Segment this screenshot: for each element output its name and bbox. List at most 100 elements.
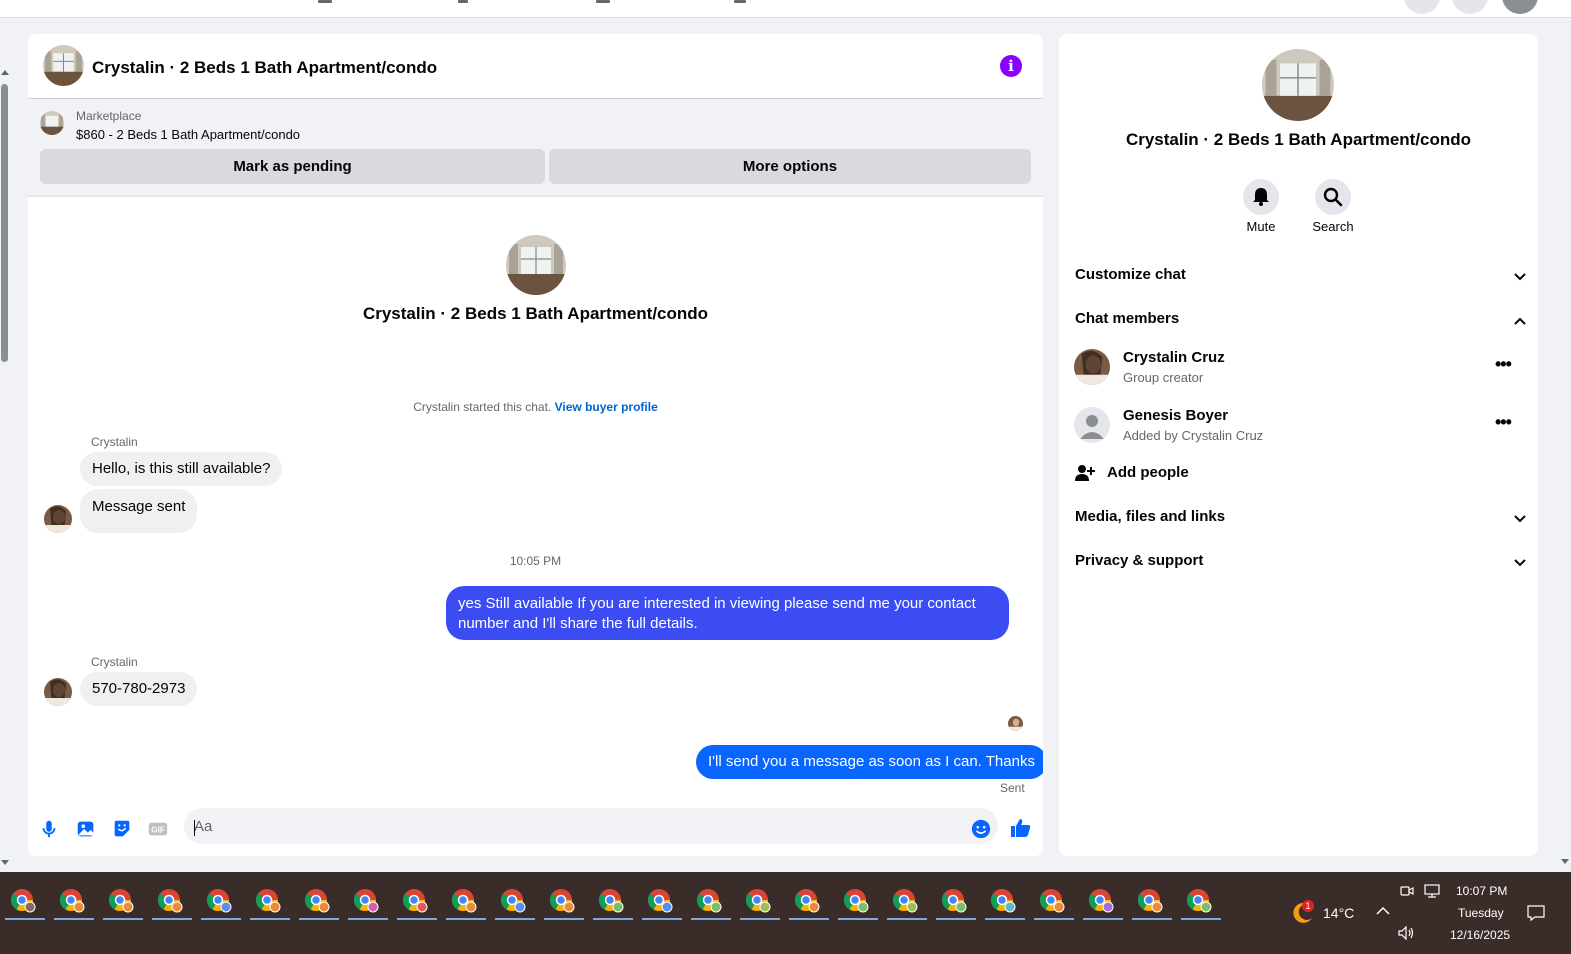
taskbar-browser-icon[interactable] bbox=[933, 880, 979, 920]
taskbar-browser-icon[interactable] bbox=[247, 880, 293, 920]
listing-source-label: Marketplace bbox=[76, 109, 142, 123]
taskbar-browser-icon[interactable] bbox=[296, 880, 342, 920]
member-name[interactable]: Crystalin Cruz bbox=[1123, 349, 1225, 366]
taskbar-browser-icon[interactable] bbox=[1129, 880, 1175, 920]
message-sender: Crystalin bbox=[91, 655, 138, 669]
taskbar-browser-icon[interactable] bbox=[100, 880, 146, 920]
taskbar-browser-icon[interactable] bbox=[394, 880, 440, 920]
chat-title[interactable]: Crystalin · 2 Beds 1 Bath Apartment/cond… bbox=[92, 58, 437, 78]
search-button[interactable] bbox=[1315, 179, 1351, 215]
chat-started-notice: Crystalin started this chat. View buyer … bbox=[28, 400, 1043, 414]
nav-tab-video[interactable] bbox=[458, 0, 468, 3]
conversation-avatar[interactable] bbox=[506, 235, 566, 295]
chevron-up-icon bbox=[1514, 317, 1526, 325]
taskbar-browser-icon[interactable] bbox=[443, 880, 489, 920]
taskbar-browser-icon[interactable] bbox=[198, 880, 244, 920]
message-timestamp: 10:05 PM bbox=[509, 554, 562, 568]
taskbar-browser-icon[interactable] bbox=[590, 880, 636, 920]
more-options-button[interactable]: More options bbox=[549, 149, 1031, 184]
scroll-down-arrow[interactable] bbox=[1, 860, 9, 865]
member-role: Added by Crystalin Cruz bbox=[1123, 428, 1264, 443]
menu-button[interactable] bbox=[1404, 0, 1440, 14]
nav-tab-groups[interactable] bbox=[734, 0, 746, 3]
taskbar-browser-icon[interactable] bbox=[492, 880, 538, 920]
scroll-up-arrow[interactable] bbox=[1, 70, 9, 75]
chat-members-label: Chat members bbox=[1075, 310, 1180, 327]
taskbar-browser-icon[interactable] bbox=[149, 880, 195, 920]
member-options-button[interactable]: ••• bbox=[1495, 412, 1512, 433]
mute-button[interactable] bbox=[1243, 179, 1279, 215]
privacy-support-section[interactable]: Privacy & support bbox=[1075, 552, 1527, 576]
taskbar-browser-icon[interactable] bbox=[1031, 880, 1077, 920]
volume-icon[interactable] bbox=[1398, 926, 1416, 940]
incoming-message[interactable]: Hello, is this still available? bbox=[80, 452, 283, 486]
account-avatar[interactable] bbox=[1502, 0, 1538, 14]
incoming-message[interactable]: 570-780-2973 bbox=[80, 672, 198, 706]
taskbar-browser-icon[interactable] bbox=[737, 880, 783, 920]
meet-now-icon[interactable] bbox=[1400, 884, 1414, 898]
media-files-label: Media, files and links bbox=[1075, 508, 1226, 525]
weather-temperature[interactable]: 14°C bbox=[1323, 905, 1354, 921]
member-options-button[interactable]: ••• bbox=[1495, 354, 1512, 375]
windows-taskbar: 1 14°C 10:07 PM Tuesday 12/16/2025 bbox=[0, 872, 1571, 954]
taskbar-browser-icon[interactable] bbox=[345, 880, 391, 920]
taskbar-browser-icon[interactable] bbox=[51, 880, 97, 920]
taskbar-browser-icon[interactable] bbox=[982, 880, 1028, 920]
info-icon[interactable]: i bbox=[1000, 55, 1022, 77]
bell-icon bbox=[1253, 188, 1269, 206]
nav-tab-marketplace[interactable] bbox=[596, 0, 610, 3]
taskbar-browser-icon[interactable] bbox=[639, 880, 685, 920]
scroll-down-arrow[interactable] bbox=[1561, 859, 1569, 864]
show-hidden-icons-chevron-up-icon[interactable] bbox=[1376, 906, 1390, 916]
incoming-message[interactable]: Message sent bbox=[80, 489, 198, 533]
search-label[interactable]: Search bbox=[1298, 219, 1368, 234]
taskbar-browser-icon[interactable] bbox=[688, 880, 734, 920]
add-people-button[interactable]: Add people bbox=[1075, 462, 1375, 486]
sender-avatar[interactable] bbox=[44, 678, 72, 706]
media-files-section[interactable]: Media, files and links bbox=[1075, 508, 1527, 532]
message-input[interactable] bbox=[184, 808, 998, 844]
microphone-icon[interactable] bbox=[38, 818, 60, 840]
view-buyer-profile-link[interactable]: View buyer profile bbox=[555, 400, 658, 414]
taskbar-browser-icon[interactable] bbox=[835, 880, 881, 920]
clock-date[interactable]: 12/16/2025 bbox=[1450, 928, 1510, 942]
scrollbar-thumb[interactable] bbox=[1, 84, 8, 362]
notification-center-icon[interactable] bbox=[1527, 904, 1545, 922]
member-name[interactable]: Genesis Boyer bbox=[1123, 407, 1228, 424]
emoji-icon[interactable] bbox=[970, 818, 992, 840]
notifications-button[interactable] bbox=[1452, 0, 1488, 14]
network-icon[interactable] bbox=[1424, 884, 1440, 898]
message-sender: Crystalin bbox=[91, 435, 138, 449]
taskbar-browser-icon[interactable] bbox=[1080, 880, 1126, 920]
nav-tab-home[interactable] bbox=[318, 0, 332, 3]
customize-chat-section[interactable]: Customize chat bbox=[1075, 266, 1527, 290]
listing-thumbnail[interactable] bbox=[40, 111, 64, 135]
clock-time[interactable]: 10:07 PM bbox=[1456, 884, 1507, 898]
taskbar-browser-icon[interactable] bbox=[541, 880, 587, 920]
listing-price-title[interactable]: $860 - 2 Beds 1 Bath Apartment/condo bbox=[76, 127, 300, 142]
chat-details-panel: Crystalin · 2 Beds 1 Bath Apartment/cond… bbox=[1059, 34, 1538, 856]
clock-day[interactable]: Tuesday bbox=[1458, 906, 1504, 920]
details-avatar[interactable] bbox=[1262, 49, 1334, 121]
search-icon bbox=[1323, 187, 1343, 207]
mark-as-pending-button[interactable]: Mark as pending bbox=[40, 149, 545, 184]
outgoing-message[interactable]: yes Still available If you are intereste… bbox=[446, 586, 1009, 640]
taskbar-browser-icon[interactable] bbox=[2, 880, 48, 920]
taskbar-browser-icon[interactable] bbox=[884, 880, 930, 920]
page-scrollbar[interactable] bbox=[0, 62, 10, 870]
listing-avatar[interactable] bbox=[43, 45, 84, 86]
outgoing-message[interactable]: I'll send you a message as soon as I can… bbox=[696, 745, 1043, 779]
gif-icon[interactable]: GIF bbox=[147, 818, 169, 840]
marketplace-listing-bar: Marketplace $860 - 2 Beds 1 Bath Apartme… bbox=[28, 99, 1043, 197]
text-caret bbox=[194, 820, 195, 836]
member-avatar[interactable] bbox=[1074, 349, 1110, 385]
mute-label[interactable]: Mute bbox=[1226, 219, 1296, 234]
photo-attach-icon[interactable] bbox=[75, 818, 97, 840]
thumbs-up-icon[interactable] bbox=[1009, 816, 1033, 840]
sticker-icon[interactable] bbox=[111, 818, 133, 840]
taskbar-browser-icon[interactable] bbox=[1178, 880, 1224, 920]
sender-avatar[interactable] bbox=[44, 505, 72, 533]
chat-members-section[interactable]: Chat members bbox=[1075, 310, 1527, 334]
taskbar-browser-icon[interactable] bbox=[786, 880, 832, 920]
member-avatar[interactable] bbox=[1074, 407, 1110, 443]
